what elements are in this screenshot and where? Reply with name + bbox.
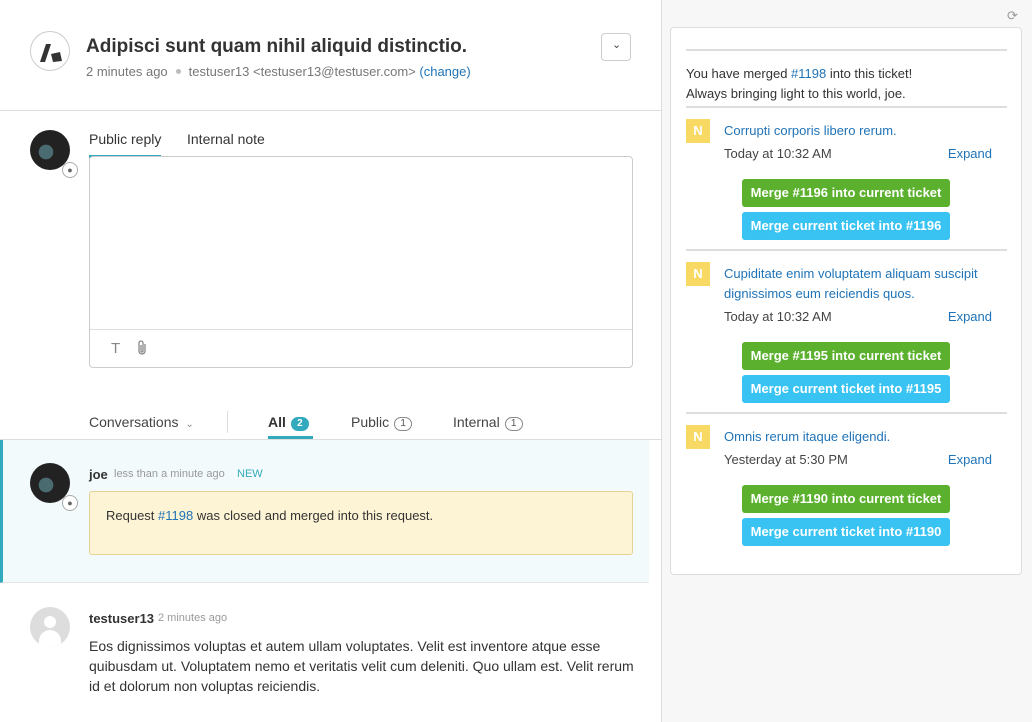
merged-ticket-link[interactable]: #1198 [158,508,193,523]
candidate-date: Today at 10:32 AM [724,309,832,324]
expand-link[interactable]: Expand [948,146,992,161]
conversations-label: Conversations [89,414,179,430]
ticket-meta: 2 minutes ago testuser13 <testuser13@test… [86,64,471,79]
chevron-down-icon: ⌄ [185,419,194,430]
candidate-title-link[interactable]: Cupiditate enim voluptatem aliquam susci… [724,264,1004,304]
merge-current-into-button[interactable]: Merge current ticket into #1195 [742,375,950,403]
conversation-filter-bar: Conversations ⌄ All 2 Public 1 Internal 1 [0,405,661,440]
merge-into-current-button[interactable]: Merge #1195 into current ticket [742,342,950,370]
candidate-date: Today at 10:32 AM [724,146,832,161]
user-badge-icon: ● [62,495,78,511]
candidate-date: Yesterday at 5:30 PM [724,452,848,467]
ticket-options-button[interactable]: ⌄ [601,33,631,61]
expand-link[interactable]: Expand [948,452,992,467]
new-badge: NEW [237,468,263,480]
ticket-requester: testuser13 <testuser13@testuser.com> [188,64,416,79]
expand-link[interactable]: Expand [948,309,992,324]
reply-editor[interactable]: T [89,156,633,368]
avatar-body [39,630,61,647]
filter-internal-label: Internal [453,414,500,430]
conversations-dropdown[interactable]: Conversations ⌄ [89,414,194,430]
ticket-status-badge: N [686,262,710,286]
separator-dot [175,69,181,75]
merged-ticket-link[interactable]: #1198 [791,66,826,81]
user-badge-icon: ● [62,162,78,178]
merge-into-current-button[interactable]: Merge #1190 into current ticket [742,485,950,513]
refresh-icon[interactable]: ⟳ [1007,8,1018,24]
paperclip-icon[interactable] [136,340,148,360]
joe-avatar: ● [30,463,78,511]
editor-toolbar: T [90,329,632,367]
filter-public[interactable]: Public 1 [351,414,413,431]
ticket-header: Adipisci sunt quam nihil aliquid distinc… [0,0,661,111]
merged-line2: Always bringing light to this world, joe… [686,86,906,101]
merge-current-into-button[interactable]: Merge current ticket into #1196 [742,212,950,240]
merged-suffix: into this ticket! [826,66,913,81]
ticket-main-panel: Adipisci sunt quam nihil aliquid distinc… [0,0,661,722]
filter-all-label: All [268,414,286,430]
event-author: joe [89,467,108,482]
card-divider [686,412,1007,414]
ticket-time: 2 minutes ago [86,64,168,79]
filter-all-count: 2 [290,417,309,431]
chevron-down-icon: ⌄ [612,39,622,51]
ticket-status-badge: N [686,119,710,143]
brand-logo [30,31,70,71]
card-divider [686,49,1007,51]
notice-text: Request [106,508,159,523]
brand-logo-icon [40,44,62,62]
merge-notice: Request #1198 was closed and merged into… [89,491,633,555]
notice-text-suffix: was closed and merged into this request. [193,508,434,523]
filter-all[interactable]: All 2 [268,414,309,431]
event-author: testuser13 [89,611,155,626]
event-time: less than a minute ago [114,468,225,480]
conversation-event-merge: ● joe less than a minute ago NEW Request… [0,440,649,583]
filter-divider [227,411,228,433]
filter-public-label: Public [351,414,390,430]
tab-public-reply[interactable]: Public reply [89,131,162,158]
testuser-avatar [30,607,70,647]
change-requester-link[interactable]: (change) [419,64,470,79]
filter-internal-count: 1 [504,417,523,431]
ticket-status-badge: N [686,425,710,449]
merged-prefix: You have merged [686,66,792,81]
comment-body: Eos dignissimos voluptas et autem ullam … [89,638,634,694]
active-filter-underline [268,436,313,439]
merge-sidebar: ⟳ You have merged #1198 into this ticket… [662,0,1032,722]
avatar-head [44,616,56,628]
ticket-title: Adipisci sunt quam nihil aliquid distinc… [86,36,468,57]
candidate-title-link[interactable]: Omnis rerum itaque eligendi. [724,427,1004,447]
merge-into-current-button[interactable]: Merge #1196 into current ticket [742,179,950,207]
merged-message: You have merged #1198 into this ticket! … [686,64,912,104]
tab-internal-note[interactable]: Internal note [187,131,265,155]
filter-internal[interactable]: Internal 1 [453,414,523,431]
event-time: 2 minutes ago [158,612,228,624]
text-format-icon[interactable]: T [111,340,120,357]
card-divider [686,106,1007,108]
filter-public-count: 1 [394,417,413,431]
agent-avatar: ● [30,130,78,178]
card-divider [686,249,1007,251]
merge-current-into-button[interactable]: Merge current ticket into #1190 [742,518,950,546]
merge-card: You have merged #1198 into this ticket! … [670,27,1022,575]
candidate-title-link[interactable]: Corrupti corporis libero rerum. [724,121,1004,141]
